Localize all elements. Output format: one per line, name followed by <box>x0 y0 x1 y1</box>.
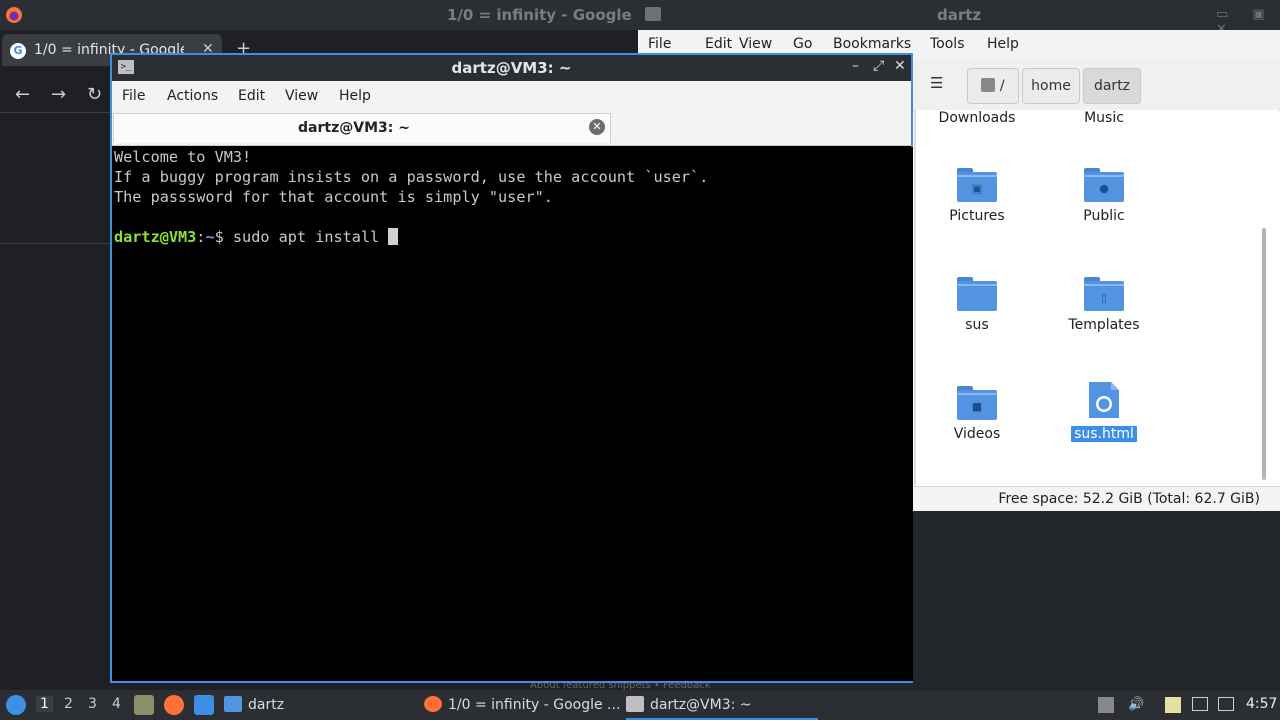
task-file-manager[interactable]: dartz <box>224 690 414 720</box>
firefox-icon[interactable] <box>5 6 23 24</box>
file-icon-view[interactable]: Downloads Music ▣ Pictures ● Public sus … <box>916 110 1278 486</box>
browser-window-title: 1/0 = infinity - Google S <box>447 6 635 24</box>
prompt-dollar: $ <box>214 228 233 246</box>
breadcrumb-root-label: / <box>999 78 1005 94</box>
clipboard-icon[interactable] <box>1165 697 1181 713</box>
updates-tray-icon[interactable] <box>1098 697 1114 713</box>
terminal-line: Welcome to VM3! <box>114 148 252 166</box>
clock[interactable]: 4:57 <box>1246 696 1277 712</box>
content-divider <box>0 243 110 244</box>
top-title-bar: 1/0 = infinity - Google S dartz ▭ ▣ ✕ <box>0 0 1280 37</box>
task-browser[interactable]: 1/0 = infinity - Google ... <box>424 690 620 720</box>
terminal-window-title: dartz@VM3: ~ <box>451 59 572 77</box>
file-item-sus[interactable]: sus <box>922 271 1032 333</box>
file-item-label: Music <box>1084 110 1124 126</box>
terminal-blank-line: ​ <box>114 207 913 227</box>
folder-icon <box>645 7 661 21</box>
workspace-3[interactable]: 3 <box>88 696 97 712</box>
folder-icon <box>224 696 242 712</box>
file-item-templates[interactable]: ▯ Templates <box>1049 271 1159 333</box>
start-menu-icon[interactable] <box>6 695 26 715</box>
fm-menu-tools[interactable]: Tools <box>930 36 965 52</box>
term-menu-edit[interactable]: Edit <box>238 88 265 104</box>
drive-icon <box>981 78 996 92</box>
volume-icon[interactable]: 🔊 <box>1128 697 1144 713</box>
task-label: dartz <box>248 697 285 713</box>
file-item-pictures[interactable]: ▣ Pictures <box>922 162 1032 224</box>
terminal-output[interactable]: Welcome to VM3! If a buggy program insist… <box>112 147 913 681</box>
file-item-label: sus <box>965 317 989 333</box>
prompt-path: ~ <box>205 228 215 246</box>
back-button[interactable]: ← <box>15 84 30 105</box>
breadcrumb-dartz[interactable]: dartz <box>1083 68 1141 104</box>
terminal-tabbar: dartz@VM3: ~ ✕ <box>112 111 911 146</box>
file-manager-window-title: dartz <box>937 6 982 24</box>
network-icon[interactable] <box>1218 697 1234 711</box>
file-item-label: Pictures <box>949 208 1005 224</box>
term-menu-help[interactable]: Help <box>339 88 371 104</box>
google-icon: G <box>10 43 26 59</box>
folder-icon <box>957 277 997 311</box>
tab-close-icon[interactable]: ✕ <box>589 119 605 135</box>
workspace-2[interactable]: 2 <box>64 696 73 712</box>
fm-menu-edit[interactable]: Edit <box>705 36 732 52</box>
folder-public-icon: ● <box>1084 168 1124 202</box>
file-item-label-selected: sus.html <box>1071 426 1137 442</box>
prompt-user: dartz@VM3 <box>114 228 197 246</box>
vertical-scrollbar[interactable] <box>1262 228 1266 480</box>
taskbar: 1 2 3 4 dartz 1/0 = infinity - Google ..… <box>0 690 1280 720</box>
close-button[interactable]: ✕ <box>894 58 906 74</box>
terminal-titlebar[interactable]: >_ dartz@VM3: ~ – ⤢ ✕ <box>112 55 911 81</box>
file-item-label: Videos <box>953 426 1001 442</box>
firefox-icon <box>424 696 442 712</box>
forward-button[interactable]: → <box>51 84 66 105</box>
display-icon[interactable] <box>1192 697 1208 711</box>
file-archiver-icon[interactable] <box>134 695 154 715</box>
file-item-music[interactable]: Music <box>1049 110 1159 126</box>
file-item-label: Templates <box>1068 317 1140 333</box>
file-item-label: Public <box>1083 208 1125 224</box>
file-item-public[interactable]: ● Public <box>1049 162 1159 224</box>
fm-menu-bookmarks[interactable]: Bookmarks <box>833 36 911 52</box>
fm-menu-file[interactable]: File <box>648 36 671 52</box>
terminal-window[interactable]: >_ dartz@VM3: ~ – ⤢ ✕ File Actions Edit … <box>110 53 913 683</box>
html-file-icon <box>1084 380 1124 420</box>
list-view-icon[interactable]: ☰ <box>930 74 952 94</box>
term-menu-actions[interactable]: Actions <box>167 88 218 104</box>
terminal-line: The passsword for that account is simply… <box>114 188 553 206</box>
terminal-tab[interactable]: dartz@VM3: ~ ✕ <box>113 113 611 143</box>
reload-button[interactable]: ↻ <box>87 84 102 105</box>
file-item-videos[interactable]: ■ Videos <box>922 380 1032 442</box>
desktop-icon[interactable] <box>194 695 214 715</box>
folder-videos-icon: ■ <box>957 386 997 420</box>
terminal-line: If a buggy program insists on a password… <box>114 168 709 186</box>
file-item-sus-html[interactable]: sus.html <box>1049 380 1159 442</box>
folder-pictures-icon: ▣ <box>957 168 997 202</box>
firefox-launcher-icon[interactable] <box>164 695 184 715</box>
term-menu-file[interactable]: File <box>122 88 145 104</box>
task-label: 1/0 = infinity - Google ... <box>448 697 620 713</box>
terminal-icon <box>626 696 644 712</box>
workspace-1[interactable]: 1 <box>36 696 53 712</box>
fm-menu-help[interactable]: Help <box>987 36 1019 52</box>
maximize-button[interactable]: ⤢ <box>873 58 884 74</box>
breadcrumb-root[interactable]: / <box>967 68 1019 104</box>
breadcrumb-home[interactable]: home <box>1022 68 1080 104</box>
task-terminal[interactable]: dartz@VM3: ~ <box>626 690 818 720</box>
typed-command: sudo apt install <box>232 228 389 246</box>
terminal-prompt-line[interactable]: dartz@VM3:~$ sudo apt install <box>114 227 913 247</box>
task-label: dartz@VM3: ~ <box>650 697 752 713</box>
text-cursor <box>388 228 399 245</box>
terminal-menubar: File Actions Edit View Help <box>112 81 911 111</box>
minimize-button[interactable]: – <box>852 58 859 74</box>
fm-menu-view[interactable]: View <box>739 36 772 52</box>
term-menu-view[interactable]: View <box>285 88 318 104</box>
fm-menu-go[interactable]: Go <box>793 36 812 52</box>
folder-templates-icon: ▯ <box>1084 277 1124 311</box>
file-item-downloads[interactable]: Downloads <box>922 110 1032 126</box>
file-item-label: Downloads <box>938 110 1016 126</box>
workspace-4[interactable]: 4 <box>112 696 121 712</box>
terminal-tab-title: dartz@VM3: ~ <box>298 120 410 136</box>
free-space-status: Free space: 52.2 GiB (Total: 62.7 GiB) <box>998 491 1260 507</box>
